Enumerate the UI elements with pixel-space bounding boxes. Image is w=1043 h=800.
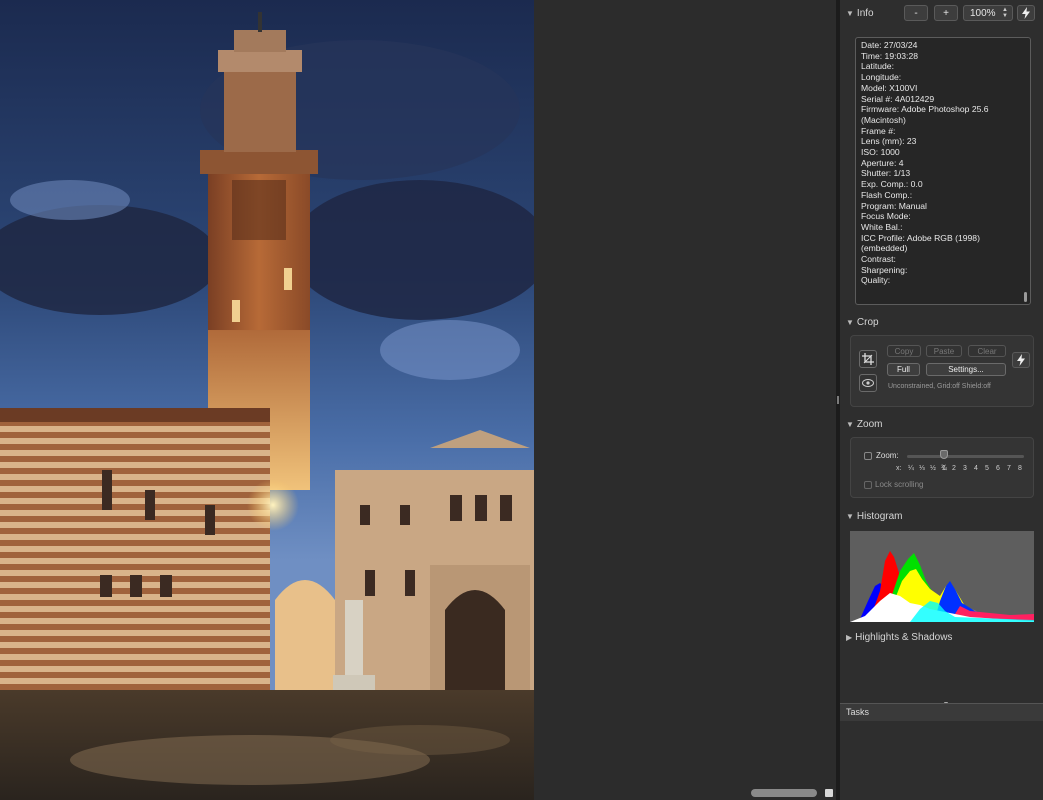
- info-line: Program: Manual: [861, 200, 927, 211]
- info-line: Firmware: Adobe Photoshop 25.6: [861, 104, 989, 115]
- info-line: Latitude:: [861, 61, 894, 72]
- info-line: Frame #:: [861, 125, 896, 136]
- lock-scrolling-checkbox[interactable]: [864, 481, 872, 489]
- tasks-header[interactable]: Tasks: [840, 703, 1043, 721]
- zoom-tick: ⅓: [919, 465, 925, 472]
- info-line: Sharpening:: [861, 264, 908, 275]
- info-line: Aperture: 4: [861, 157, 904, 168]
- info-line: Longitude:: [861, 72, 902, 83]
- info-line: Focus Mode:: [861, 211, 911, 222]
- zoom-section-header[interactable]: ▼ Zoom: [846, 419, 882, 430]
- disclosure-open-icon: ▼: [846, 512, 854, 521]
- zoom-tick: 1: [942, 465, 946, 472]
- crop-status-text: Unconstrained, Grid:off Shield:off: [888, 383, 991, 390]
- crop-copy-button[interactable]: Copy: [887, 345, 921, 357]
- zoom-tick: 7: [1007, 465, 1011, 472]
- disclosure-open-icon: ▼: [846, 9, 854, 18]
- zoom-tick: 4: [974, 465, 978, 472]
- info-line: Flash Comp.:: [861, 189, 913, 200]
- info-line: (embedded): [861, 243, 908, 254]
- info-line: Model: X100VI: [861, 82, 918, 93]
- lightning-icon: [1017, 354, 1025, 366]
- zoom-tick: 5: [985, 465, 989, 472]
- info-section-header[interactable]: ▼ Info: [846, 8, 874, 19]
- zoom-tick: ¼: [908, 465, 914, 472]
- disclosure-open-icon: ▼: [846, 420, 854, 429]
- scroll-corner: [825, 789, 833, 797]
- lock-scrolling-label: Lock scrolling: [875, 480, 924, 489]
- info-line: ISO: 1000: [861, 147, 900, 158]
- info-line: Quality:: [861, 275, 891, 286]
- zoom-tick: ½: [930, 465, 936, 472]
- info-line: Date: 27/03/24: [861, 40, 918, 50]
- info-action-button[interactable]: [1017, 5, 1035, 21]
- highlights-title: Highlights & Shadows: [855, 632, 953, 643]
- crop-action-button[interactable]: [1012, 352, 1030, 368]
- zoom-percent-stepper[interactable]: 100% ▲ ▼: [963, 5, 1013, 21]
- eye-icon: [862, 379, 874, 387]
- disclosure-open-icon: ▼: [846, 318, 854, 327]
- zoom-tick: 2: [952, 465, 956, 472]
- info-line: Exp. Comp.: 0.0: [861, 179, 923, 190]
- info-line: Serial #: 4A012429: [861, 93, 935, 104]
- zoom-x-label: x:: [896, 465, 902, 472]
- disclosure-closed-icon: ▶: [846, 633, 853, 642]
- histogram-title: Histogram: [856, 511, 903, 522]
- crop-paste-button[interactable]: Paste: [926, 345, 962, 357]
- zoom-slider-track[interactable]: [907, 455, 1024, 458]
- zoom-percent-value: 100%: [970, 7, 996, 19]
- zoom-in-button[interactable]: +: [934, 5, 958, 21]
- info-title: Info: [856, 8, 874, 19]
- zoom-label: Zoom:: [876, 451, 899, 460]
- zoom-out-button[interactable]: -: [904, 5, 928, 21]
- stepper-arrows-icon: ▲ ▼: [1002, 7, 1008, 19]
- zoom-tick: 6: [996, 465, 1000, 472]
- splitter-grip[interactable]: [837, 396, 839, 404]
- crop-section-header[interactable]: ▼ Crop: [846, 317, 879, 328]
- zoom-tick: 3: [963, 465, 967, 472]
- highlights-section-header[interactable]: ▶ Highlights & Shadows: [846, 632, 952, 643]
- info-line: Lens (mm): 23: [861, 136, 917, 147]
- info-line: ICC Profile: Adobe RGB (1998): [861, 232, 980, 243]
- viewer-background: [534, 0, 836, 800]
- crop-icon: [862, 353, 874, 365]
- horizontal-scrollbar[interactable]: [751, 789, 817, 797]
- info-scrollbar[interactable]: [1024, 292, 1027, 302]
- info-line: Time: 19:03:28: [861, 50, 919, 61]
- crop-preview-button[interactable]: [859, 374, 877, 392]
- info-line: Shutter: 1/13: [861, 168, 911, 179]
- info-line: (Macintosh): [861, 114, 906, 125]
- tasks-title: Tasks: [846, 707, 870, 717]
- info-metadata-list: Date: 27/03/24 Time: 19:03:28 Latitude: Lon…: [861, 40, 1025, 286]
- crop-clear-button[interactable]: Clear: [968, 345, 1006, 357]
- histogram-chart: [850, 531, 1034, 622]
- info-line: Contrast:: [861, 254, 896, 265]
- zoom-tick: 8: [1018, 465, 1022, 472]
- histogram-section-header[interactable]: ▼ Histogram: [846, 511, 903, 522]
- info-line: White Bal.:: [861, 221, 903, 232]
- lightning-icon: [1022, 7, 1030, 19]
- zoom-title: Zoom: [856, 419, 883, 430]
- info-metadata-box[interactable]: Date: 27/03/24 Time: 19:03:28 Latitude: Lon…: [855, 37, 1031, 305]
- crop-title: Crop: [856, 317, 879, 328]
- zoom-slider-thumb[interactable]: [940, 450, 948, 459]
- crop-tool-button[interactable]: [859, 350, 877, 368]
- zoom-checkbox[interactable]: [864, 452, 872, 460]
- inspector-panel: ▼ Info - + 100% ▲ ▼ Date: 27/03/24 Time: 1…: [840, 0, 1043, 800]
- histogram-graphic: [850, 551, 1034, 622]
- image-canvas[interactable]: [0, 0, 534, 800]
- crop-settings-button[interactable]: Settings...: [926, 363, 1006, 376]
- photo-image: [0, 0, 534, 800]
- crop-full-button[interactable]: Full: [887, 363, 920, 376]
